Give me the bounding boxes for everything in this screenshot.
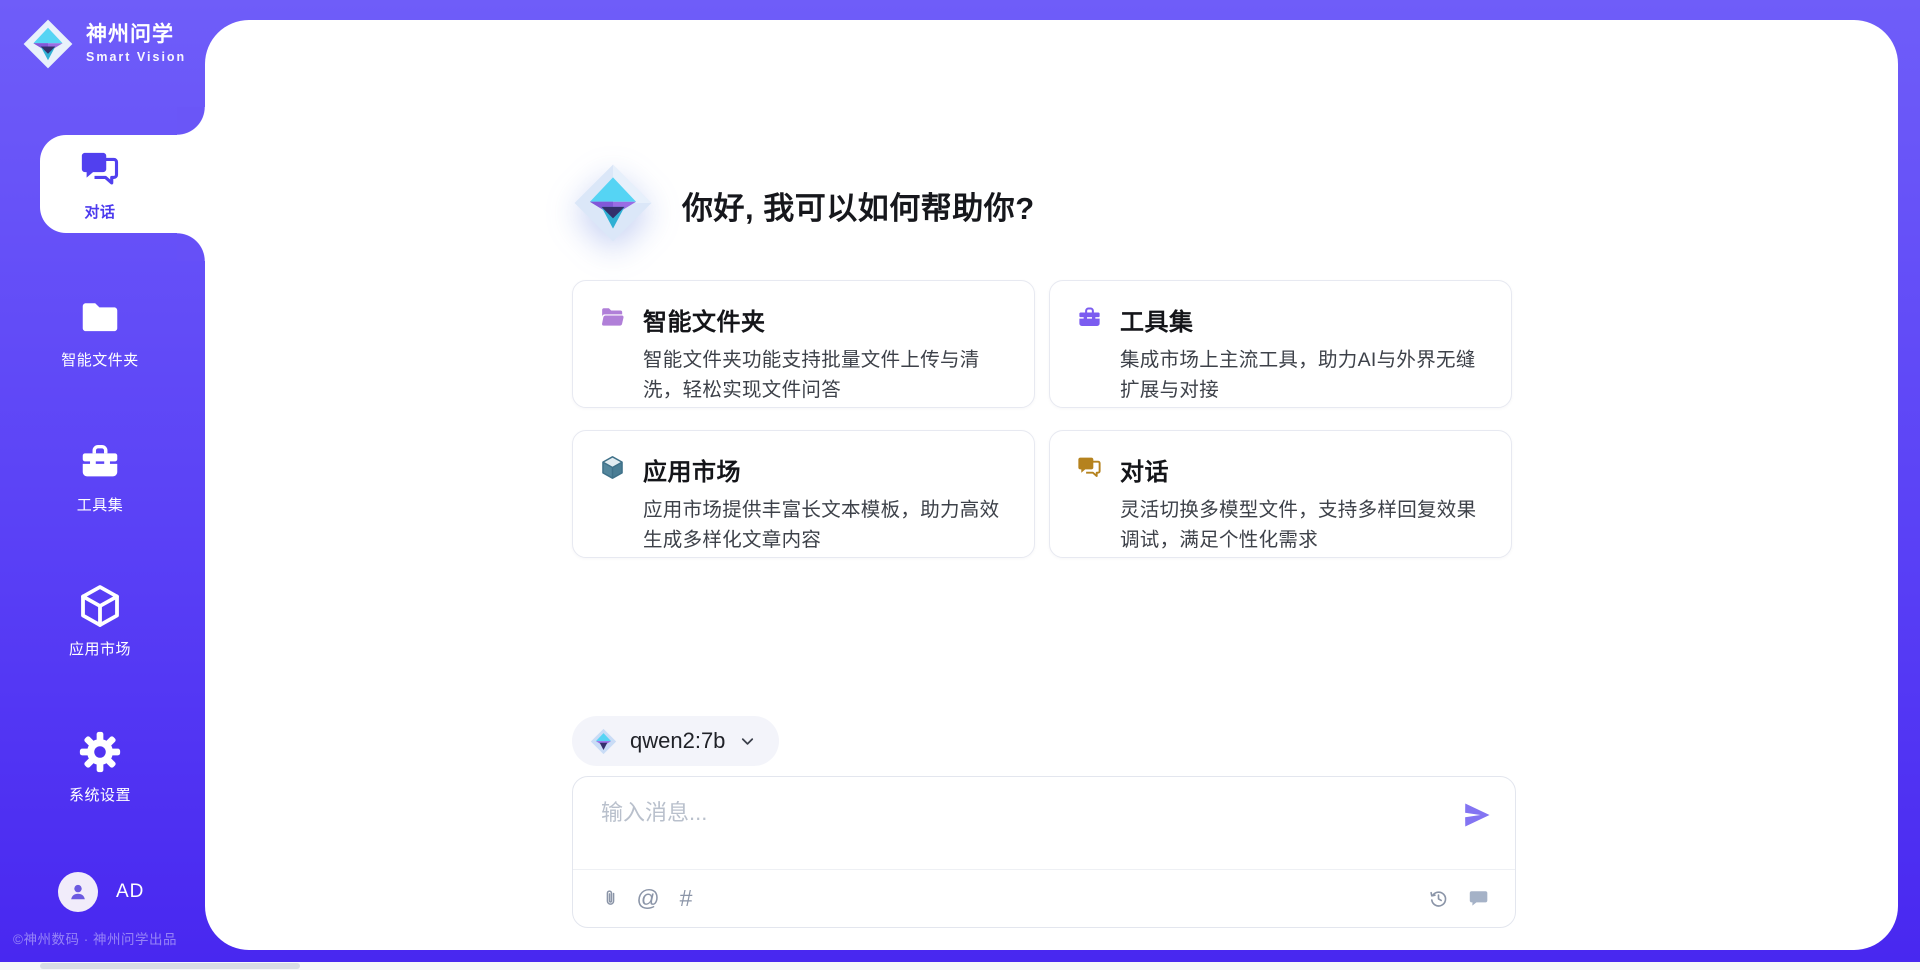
sidebar-item-app-market[interactable]: 应用市场: [20, 583, 180, 659]
greeting-title: 你好, 我可以如何帮助你?: [682, 183, 1035, 228]
composer-toolbar: @ #: [573, 870, 1515, 927]
center-column: 你好, 我可以如何帮助你? 智能文件夹 智能文件夹功能支持批量文件上传与清洗，轻…: [572, 20, 1516, 928]
card-body: 应用市场 应用市场提供丰富长文本模板，助力高效生成多样化文章内容: [643, 452, 1008, 557]
model-diamond-icon: [590, 728, 617, 755]
mention-icon[interactable]: @: [635, 886, 661, 912]
folder-open-icon: [599, 304, 626, 331]
folder-icon: [77, 294, 123, 340]
model-name: qwen2:7b: [630, 728, 725, 754]
brand-diamond-icon: [22, 18, 74, 70]
sidebar: 神州问学 Smart Vision 对话 智能文件夹: [0, 0, 205, 970]
history-icon[interactable]: [1425, 886, 1451, 912]
toolbox-icon: [77, 439, 123, 485]
greeting-block: 你好, 我可以如何帮助你?: [572, 162, 1516, 248]
chevron-down-icon: [738, 732, 757, 751]
toolbox-icon: [1076, 304, 1103, 331]
card-description: 灵活切换多模型文件，支持多样回复效果调试，满足个性化需求: [1120, 496, 1485, 555]
card-body: 对话 灵活切换多模型文件，支持多样回复效果调试，满足个性化需求: [1120, 452, 1485, 557]
hashtag-icon[interactable]: #: [673, 886, 699, 912]
card-description: 智能文件夹功能支持批量文件上传与清洗，轻松实现文件问答: [643, 346, 1008, 405]
model-selector[interactable]: qwen2:7b: [572, 716, 779, 766]
sidebar-item-toolset[interactable]: 工具集: [20, 439, 180, 515]
brand-title: 神州问学: [86, 24, 186, 45]
brand-text: 神州问学 Smart Vision: [86, 24, 186, 64]
message-composer: @ #: [572, 776, 1516, 928]
tab-fillet-bottom: [177, 233, 205, 261]
card-title: 应用市场: [643, 452, 1008, 487]
avatar: [58, 872, 98, 912]
gear-icon: [77, 729, 123, 775]
sidebar-item-chat[interactable]: 对话: [20, 146, 180, 222]
copyright-text: ©神州数码 · 神州问学出品: [13, 928, 177, 948]
attachment-icon[interactable]: [597, 886, 623, 912]
card-app-market[interactable]: 应用市场 应用市场提供丰富长文本模板，助力高效生成多样化文章内容: [572, 430, 1035, 558]
chat-icon: [1076, 454, 1103, 481]
sidebar-item-label: 对话: [84, 201, 115, 222]
main-content-panel: 你好, 我可以如何帮助你? 智能文件夹 智能文件夹功能支持批量文件上传与清洗，轻…: [205, 20, 1898, 950]
composer-input-row: [573, 777, 1515, 853]
brand-diamond-icon: [572, 162, 654, 249]
cube-icon: [76, 583, 124, 629]
sidebar-item-smart-folder[interactable]: 智能文件夹: [20, 294, 180, 370]
card-body: 工具集 集成市场上主流工具，助力AI与外界无缝扩展与对接: [1120, 302, 1485, 407]
chat-icon: [78, 146, 122, 192]
sidebar-item-label: 工具集: [77, 494, 124, 515]
send-icon[interactable]: [1461, 799, 1493, 831]
user-initials: AD: [116, 881, 144, 903]
card-body: 智能文件夹 智能文件夹功能支持批量文件上传与清洗，轻松实现文件问答: [643, 302, 1008, 407]
conversation-icon[interactable]: [1465, 886, 1491, 912]
card-chat[interactable]: 对话 灵活切换多模型文件，支持多样回复效果调试，满足个性化需求: [1049, 430, 1512, 558]
card-title: 智能文件夹: [643, 302, 1008, 337]
sidebar-item-label: 应用市场: [69, 638, 131, 659]
card-toolset[interactable]: 工具集 集成市场上主流工具，助力AI与外界无缝扩展与对接: [1049, 280, 1512, 408]
card-description: 集成市场上主流工具，助力AI与外界无缝扩展与对接: [1120, 346, 1485, 405]
sidebar-item-settings[interactable]: 系统设置: [20, 729, 180, 805]
tab-fillet-top: [177, 107, 205, 135]
card-title: 工具集: [1120, 302, 1485, 337]
brand-logo: 神州问学 Smart Vision: [22, 18, 186, 70]
sidebar-item-label: 智能文件夹: [61, 349, 139, 370]
card-description: 应用市场提供丰富长文本模板，助力高效生成多样化文章内容: [643, 496, 1008, 555]
feature-cards: 智能文件夹 智能文件夹功能支持批量文件上传与清洗，轻松实现文件问答 工具集: [572, 280, 1516, 558]
cube-icon: [599, 454, 626, 481]
user-account[interactable]: AD: [58, 872, 144, 912]
message-input[interactable]: [599, 793, 1461, 841]
card-title: 对话: [1120, 452, 1485, 487]
card-smart-folder[interactable]: 智能文件夹 智能文件夹功能支持批量文件上传与清洗，轻松实现文件问答: [572, 280, 1035, 408]
sidebar-item-label: 系统设置: [69, 784, 131, 805]
scrollbar-thumb[interactable]: [40, 963, 300, 969]
brand-subtitle: Smart Vision: [86, 51, 186, 64]
horizontal-scrollbar: [0, 962, 1920, 970]
